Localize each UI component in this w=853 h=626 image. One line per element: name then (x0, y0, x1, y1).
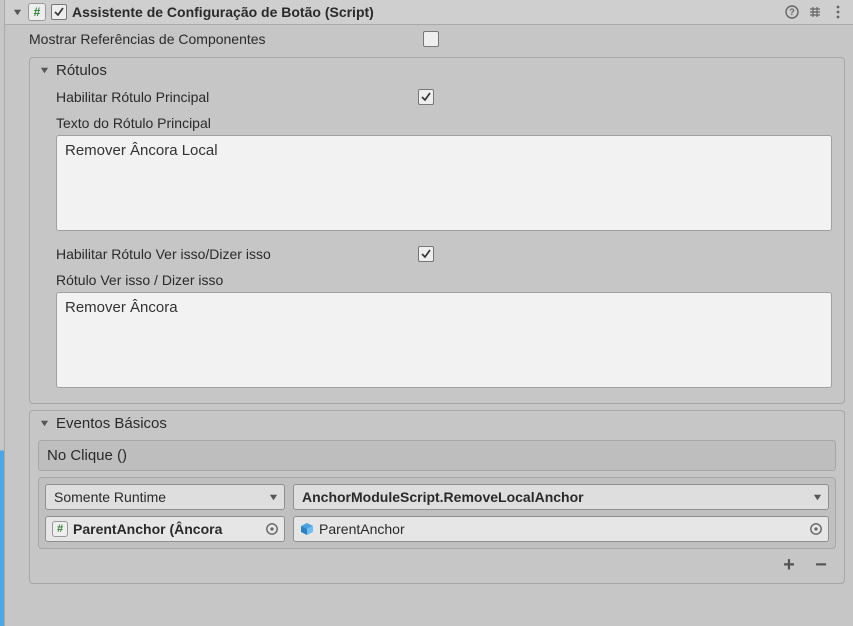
main-label-textarea[interactable] (56, 135, 832, 231)
add-listener-button[interactable]: + (778, 555, 800, 575)
labels-foldout-toggle[interactable] (38, 65, 50, 77)
onclick-subheader: No Clique () (38, 440, 836, 471)
component-panel: # Assistente de Configuração de Botão (S… (5, 0, 853, 626)
component-header[interactable]: # Assistente de Configuração de Botão (S… (5, 0, 853, 25)
chevron-down-icon (269, 489, 278, 505)
script-icon: # (52, 521, 68, 537)
parameter-reference-text: ParentAnchor (319, 521, 405, 537)
component-title: Assistente de Configuração de Botão (Scr… (72, 4, 778, 20)
show-references-label: Mostrar Referências de Componentes (29, 31, 423, 47)
function-name-value: AnchorModuleScript.RemoveLocalAnchor (302, 489, 584, 505)
svg-text:?: ? (789, 7, 795, 17)
show-references-checkbox[interactable] (423, 31, 439, 47)
preset-icon[interactable] (806, 3, 824, 21)
help-icon[interactable]: ? (783, 3, 801, 21)
remove-listener-button[interactable]: − (810, 555, 832, 575)
seeit-label-text-label: Rótulo Ver isso / Dizer isso (56, 272, 450, 288)
runtime-mode-value: Somente Runtime (54, 489, 166, 505)
event-entry: Somente Runtime # ParentAnchor (Âncora (38, 477, 836, 549)
enable-seeit-label-text: Habilitar Rótulo Ver isso/Dizer isso (56, 246, 418, 262)
enable-main-label-text: Habilitar Rótulo Principal (56, 89, 418, 105)
enable-main-label-checkbox[interactable] (418, 89, 434, 105)
runtime-mode-dropdown[interactable]: Somente Runtime (45, 484, 285, 510)
function-dropdown[interactable]: AnchorModuleScript.RemoveLocalAnchor (293, 484, 829, 510)
main-label-text-label: Texto do Rótulo Principal (56, 115, 450, 131)
object-picker-icon[interactable] (809, 522, 823, 536)
object-reference-field[interactable]: # ParentAnchor (Âncora (45, 516, 285, 542)
seeit-label-textarea[interactable] (56, 292, 832, 388)
parameter-reference-field[interactable]: ParentAnchor (293, 516, 829, 542)
labels-section-title: Rótulos (56, 62, 107, 79)
events-section-title: Eventos Básicos (56, 415, 167, 432)
gameobject-icon (300, 522, 314, 536)
basic-events-section: Eventos Básicos No Clique () Somente Run… (29, 410, 845, 584)
script-icon: # (28, 3, 46, 21)
enable-seeit-label-checkbox[interactable] (418, 246, 434, 262)
labels-section: Rótulos Habilitar Rótulo Principal Texto… (29, 57, 845, 404)
kebab-menu-icon[interactable] (829, 3, 847, 21)
object-reference-text: ParentAnchor (Âncora (73, 521, 222, 537)
foldout-toggle[interactable] (11, 6, 23, 18)
events-foldout-toggle[interactable] (38, 418, 50, 430)
object-picker-icon[interactable] (265, 522, 279, 536)
enable-component-checkbox[interactable] (51, 4, 67, 20)
chevron-down-icon (813, 489, 822, 505)
